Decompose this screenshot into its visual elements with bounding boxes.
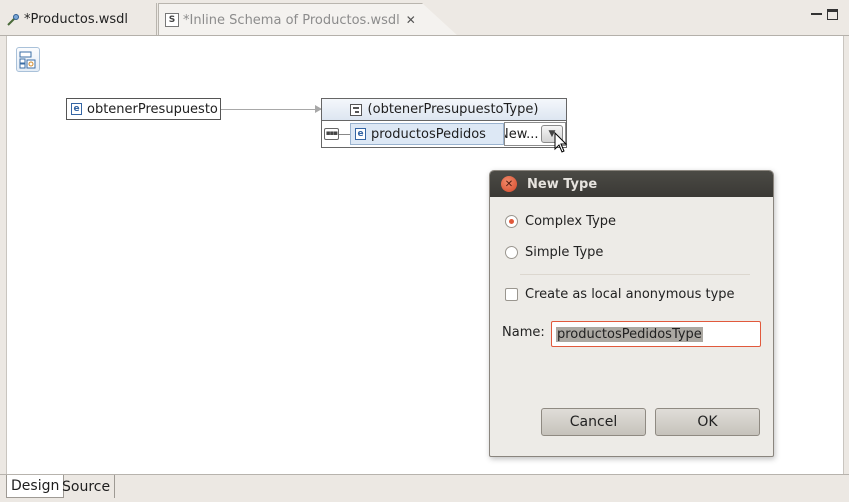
tab-label: *Productos.wsdl bbox=[24, 12, 128, 27]
child-element-name: productosPedidos bbox=[371, 126, 486, 142]
tab-label: *Inline Schema of Productos.wsdl bbox=[183, 12, 400, 28]
tab-source[interactable]: Source bbox=[58, 475, 116, 498]
anonymous-type-label: Create as local anonymous type bbox=[525, 287, 735, 302]
complex-type-option[interactable]: Complex Type bbox=[505, 214, 616, 229]
cancel-button[interactable]: Cancel bbox=[541, 408, 646, 436]
dialog-title: New Type bbox=[527, 176, 598, 192]
element-icon: e bbox=[355, 128, 366, 140]
anonymous-type-option[interactable]: Create as local anonymous type bbox=[505, 287, 735, 302]
close-icon[interactable]: ✕ bbox=[501, 176, 517, 192]
minimize-icon[interactable] bbox=[811, 9, 822, 15]
separator bbox=[520, 274, 750, 275]
simple-type-label: Simple Type bbox=[525, 245, 604, 260]
name-label: Name: bbox=[502, 325, 545, 340]
tab-productos-wsdl[interactable]: *Productos.wsdl bbox=[0, 3, 157, 36]
name-field[interactable]: productosPedidosType bbox=[551, 321, 761, 347]
tab-design[interactable]: Design bbox=[6, 475, 65, 498]
maximize-icon[interactable] bbox=[827, 9, 838, 20]
ok-button[interactable]: OK bbox=[655, 408, 760, 436]
complex-type-label: Complex Type bbox=[525, 214, 617, 229]
complex-type-icon bbox=[349, 103, 362, 116]
complex-type-panel[interactable]: (obtenerPresupuestoType) ▪▪▪ e productos… bbox=[321, 98, 567, 148]
type-combo-value: New... bbox=[505, 126, 539, 142]
type-connector-line bbox=[221, 109, 321, 110]
mouse-pointer-icon bbox=[554, 132, 568, 153]
anonymous-type-checkbox[interactable] bbox=[505, 288, 518, 301]
simple-type-radio[interactable] bbox=[505, 246, 518, 259]
new-type-dialog: ✕ New Type Complex Type Simple Type Crea… bbox=[489, 170, 774, 457]
sequence-row: ▪▪▪ e productosPedidos New... ▼ bbox=[322, 121, 566, 147]
root-element-name: obtenerPresupuesto bbox=[87, 101, 218, 117]
schema-icon: S bbox=[165, 13, 179, 27]
dialog-title-bar: ✕ New Type bbox=[490, 171, 773, 197]
element-icon: e bbox=[71, 103, 82, 115]
close-icon[interactable]: ✕ bbox=[406, 13, 416, 27]
complex-type-name: (obtenerPresupuestoType) bbox=[367, 102, 539, 117]
show-schema-button[interactable] bbox=[16, 47, 40, 72]
complex-type-radio[interactable] bbox=[505, 215, 518, 228]
name-field-value: productosPedidosType bbox=[556, 326, 703, 342]
wsdl-icon bbox=[6, 13, 20, 27]
root-element-box[interactable]: e obtenerPresupuesto bbox=[66, 98, 221, 120]
child-element-box[interactable]: e productosPedidos bbox=[350, 123, 504, 145]
schema-view-icon bbox=[19, 51, 36, 68]
sequence-icon[interactable]: ▪▪▪ bbox=[324, 128, 339, 140]
tab-inline-schema[interactable]: S *Inline Schema of Productos.wsdl ✕ bbox=[158, 3, 458, 36]
editor-tab-bar: *Productos.wsdl S *Inline Schema of Prod… bbox=[0, 0, 849, 36]
simple-type-option[interactable]: Simple Type bbox=[505, 245, 603, 260]
bottom-tab-bar: Design Source bbox=[0, 474, 849, 502]
complex-type-header[interactable]: (obtenerPresupuestoType) bbox=[322, 99, 566, 121]
